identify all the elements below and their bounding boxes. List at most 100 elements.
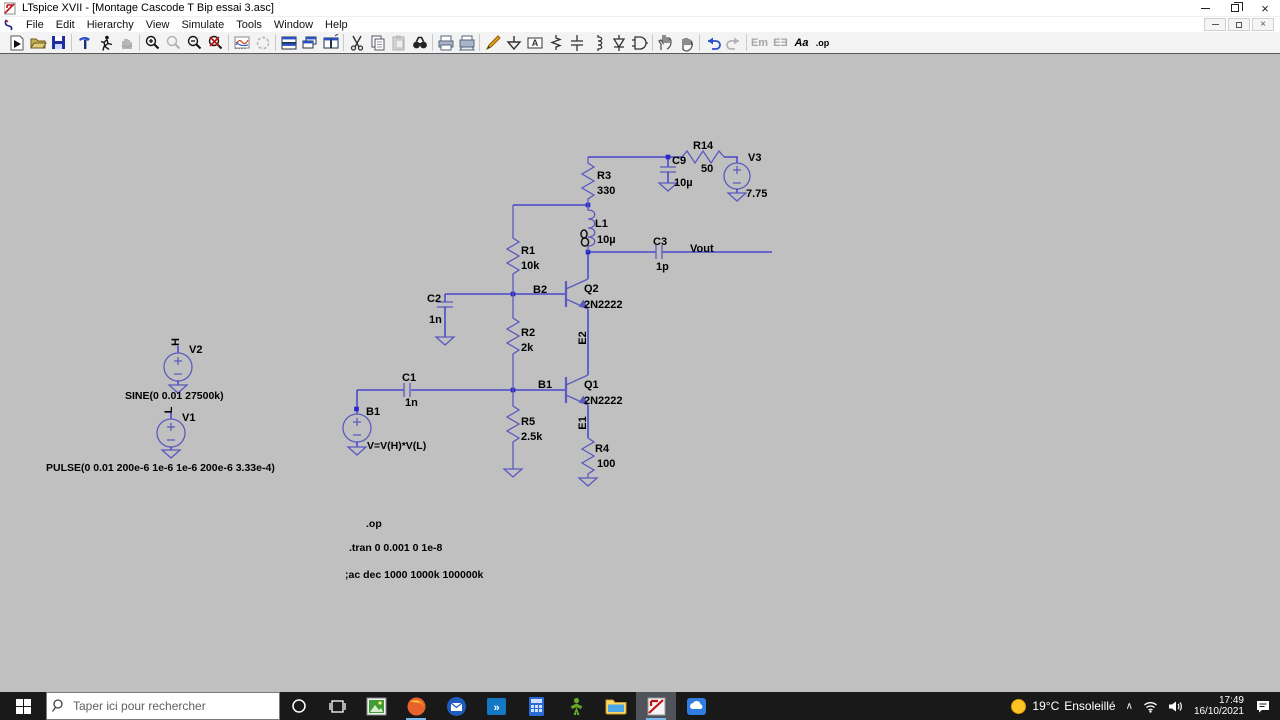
inductor-tool-icon[interactable] bbox=[587, 33, 608, 53]
diode-tool-icon[interactable] bbox=[608, 33, 629, 53]
ground-icon[interactable] bbox=[503, 33, 524, 53]
value-label[interactable]: 330 bbox=[597, 185, 615, 197]
menu-item-help[interactable]: Help bbox=[319, 17, 354, 32]
net-label-e2[interactable]: E2 bbox=[577, 331, 589, 344]
child-close-button[interactable]: × bbox=[1252, 18, 1274, 31]
text-icon[interactable]: Aa bbox=[791, 33, 812, 53]
resistor-R14[interactable]: R14 50 bbox=[681, 140, 725, 175]
clock-widget[interactable]: 17:49 16/10/2021 bbox=[1188, 695, 1250, 717]
behavioral-source-B1[interactable]: B1 V=V(H)*V(L) bbox=[342, 406, 426, 456]
volume-button[interactable] bbox=[1163, 692, 1188, 720]
value-label[interactable]: 2k bbox=[521, 342, 534, 354]
directive-op[interactable]: .op bbox=[366, 518, 382, 530]
paste-icon[interactable] bbox=[388, 33, 409, 53]
net-label-vout[interactable]: Vout bbox=[690, 243, 714, 255]
taskbar-app-green-figure[interactable] bbox=[556, 692, 596, 720]
value-label[interactable]: 1p bbox=[656, 261, 669, 273]
print-icon[interactable] bbox=[435, 33, 456, 53]
directive-ac[interactable]: ;ac dec 1000 1000k 100000k bbox=[345, 569, 484, 581]
spice-directive-icon[interactable]: .op bbox=[812, 33, 833, 53]
menu-item-file[interactable]: File bbox=[20, 17, 50, 32]
halt-icon[interactable] bbox=[116, 33, 137, 53]
taskbar-search[interactable] bbox=[46, 692, 280, 720]
transistor-Q1[interactable]: Q1 2N2222 bbox=[564, 374, 623, 407]
control-panel-icon[interactable] bbox=[74, 33, 95, 53]
menu-item-simulate[interactable]: Simulate bbox=[175, 17, 230, 32]
voltage-source-V3[interactable]: V3 7.75 bbox=[723, 152, 767, 202]
schematic-canvas[interactable]: R14 50 C9 10µ V3 7.75 R3 330 L1 10µ C3 1… bbox=[0, 54, 1280, 692]
search-input[interactable] bbox=[69, 699, 279, 713]
transistor-Q2[interactable]: Q2 2N2222 bbox=[564, 278, 623, 311]
mirror-icon[interactable]: Em bbox=[749, 33, 770, 53]
net-label-b2[interactable]: B2 bbox=[533, 284, 547, 296]
ref-label[interactable]: R4 bbox=[595, 443, 610, 455]
resistor-R4[interactable]: R4 100 bbox=[577, 437, 615, 487]
resistor-R2[interactable]: R2 2k bbox=[505, 294, 535, 390]
value-label[interactable]: 10µ bbox=[597, 234, 616, 246]
value-label[interactable]: PULSE(0 0.01 200e-6 1e-6 1e-6 200e-6 3.3… bbox=[46, 462, 275, 474]
run-icon[interactable] bbox=[95, 33, 116, 53]
menu-item-view[interactable]: View bbox=[140, 17, 176, 32]
undo-icon[interactable] bbox=[702, 33, 723, 53]
taskbar-app-firefox[interactable] bbox=[396, 692, 436, 720]
ref-label[interactable]: R5 bbox=[521, 416, 535, 428]
ref-label[interactable]: R1 bbox=[521, 245, 535, 257]
copy-icon[interactable] bbox=[367, 33, 388, 53]
zoom-fit-icon[interactable] bbox=[205, 33, 226, 53]
value-label[interactable]: 10k bbox=[521, 260, 540, 272]
menu-item-window[interactable]: Window bbox=[268, 17, 319, 32]
value-label[interactable]: 50 bbox=[701, 163, 713, 175]
find-icon[interactable] bbox=[409, 33, 430, 53]
ref-label[interactable]: C1 bbox=[402, 372, 416, 384]
ref-label[interactable]: Q2 bbox=[584, 283, 599, 295]
value-label[interactable]: 100 bbox=[597, 458, 615, 470]
resistor-R3[interactable]: R3 330 bbox=[580, 157, 615, 205]
ref-label[interactable]: R3 bbox=[597, 170, 611, 182]
move-icon[interactable] bbox=[655, 33, 676, 53]
cut-icon[interactable] bbox=[346, 33, 367, 53]
net-label-icon[interactable]: A bbox=[524, 33, 545, 53]
value-label[interactable]: 2N2222 bbox=[584, 395, 623, 407]
ref-label[interactable]: V3 bbox=[748, 152, 761, 164]
voltage-source-V1[interactable]: V1 PULSE(0 0.01 200e-6 1e-6 1e-6 200e-6 … bbox=[46, 406, 275, 474]
start-button[interactable] bbox=[0, 692, 46, 720]
value-label[interactable]: 10µ bbox=[674, 177, 693, 189]
capacitor-tool-icon[interactable] bbox=[566, 33, 587, 53]
child-minimize-button[interactable] bbox=[1204, 18, 1226, 31]
rotate-icon[interactable]: EƎ bbox=[770, 33, 791, 53]
component-tool-icon[interactable] bbox=[629, 33, 650, 53]
taskbar-app-photos[interactable] bbox=[356, 692, 396, 720]
zoom-back-icon[interactable] bbox=[163, 33, 184, 53]
voltage-source-V2[interactable]: V2 SINE(0 0.01 27500k) H bbox=[125, 338, 224, 402]
taskbar-app-remote[interactable]: » bbox=[476, 692, 516, 720]
notification-center-button[interactable] bbox=[1250, 692, 1276, 720]
net-label-h[interactable]: H bbox=[170, 338, 182, 346]
ref-label[interactable]: Q1 bbox=[584, 379, 599, 391]
net-label-l[interactable]: L bbox=[163, 406, 175, 413]
value-label[interactable]: 2.5k bbox=[521, 431, 543, 443]
ref-label[interactable]: R2 bbox=[521, 327, 535, 339]
capacitor-C3[interactable]: C3 1p bbox=[653, 236, 669, 273]
tray-chevron-button[interactable]: ∧ bbox=[1121, 692, 1138, 720]
network-button[interactable] bbox=[1138, 692, 1163, 720]
ref-label[interactable]: V2 bbox=[189, 344, 202, 356]
tile-vertical-icon[interactable] bbox=[320, 33, 341, 53]
weather-widget[interactable]: 19°C Ensoleillé bbox=[1006, 692, 1120, 720]
child-restore-button[interactable] bbox=[1228, 18, 1250, 31]
drag-icon[interactable] bbox=[676, 33, 697, 53]
ref-label[interactable]: B1 bbox=[366, 406, 380, 418]
open-file-icon[interactable] bbox=[27, 33, 48, 53]
ref-label[interactable]: R14 bbox=[693, 140, 714, 152]
value-label[interactable]: SINE(0 0.01 27500k) bbox=[125, 390, 224, 402]
inductor-L1[interactable]: L1 10µ bbox=[580, 205, 616, 252]
net-label-b1[interactable]: B1 bbox=[538, 379, 552, 391]
menu-item-hierarchy[interactable]: Hierarchy bbox=[81, 17, 140, 32]
print-preview-icon[interactable] bbox=[456, 33, 477, 53]
ref-label[interactable]: L1 bbox=[595, 218, 608, 230]
taskbar-app-mail[interactable] bbox=[436, 692, 476, 720]
wire-icon[interactable] bbox=[482, 33, 503, 53]
zoom-out-icon[interactable] bbox=[184, 33, 205, 53]
ref-label[interactable]: C9 bbox=[672, 155, 686, 167]
zoom-in-icon[interactable] bbox=[142, 33, 163, 53]
minimize-button[interactable] bbox=[1190, 0, 1220, 16]
